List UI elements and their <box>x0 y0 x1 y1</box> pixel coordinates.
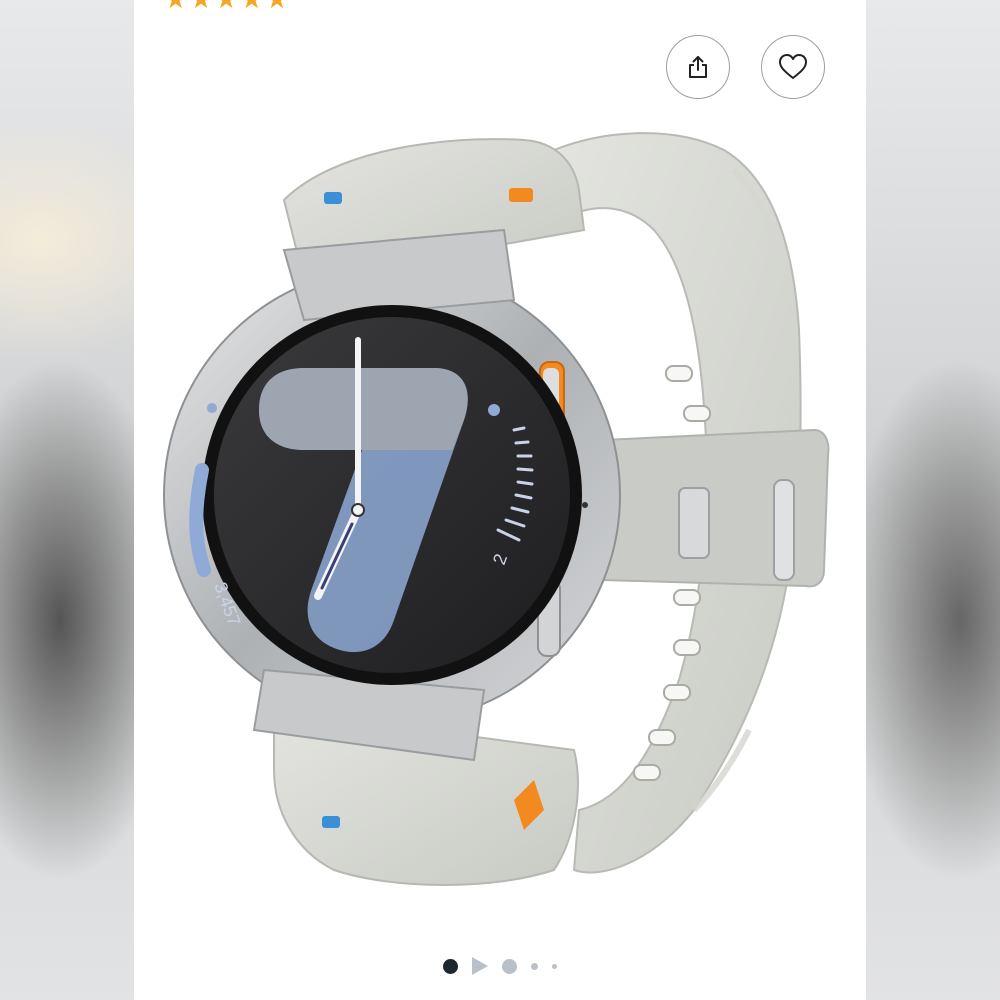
favorite-button[interactable] <box>761 35 825 99</box>
share-icon <box>689 56 707 78</box>
carousel-dot[interactable] <box>531 962 538 970</box>
video-play-icon[interactable] <box>472 957 488 975</box>
share-button[interactable] <box>666 35 730 99</box>
star-icon: ★ <box>265 0 288 12</box>
heart-icon <box>779 54 807 79</box>
image-carousel-indicator <box>134 955 866 977</box>
star-icon: ★ <box>189 0 212 12</box>
carousel-dot-active[interactable] <box>443 958 458 974</box>
star-icon: ★ <box>164 0 187 12</box>
carousel-dot[interactable] <box>502 958 517 974</box>
carousel-dot[interactable] <box>552 963 557 969</box>
star-icon: ★ <box>215 0 238 12</box>
star-icon: ★ <box>240 0 263 12</box>
product-card: ★ ★ ★ ★ ★ <box>134 0 866 1000</box>
rating-stars: ★ ★ ★ ★ ★ <box>164 0 289 12</box>
product-image-watch[interactable]: 3,457 2 <box>134 110 866 910</box>
